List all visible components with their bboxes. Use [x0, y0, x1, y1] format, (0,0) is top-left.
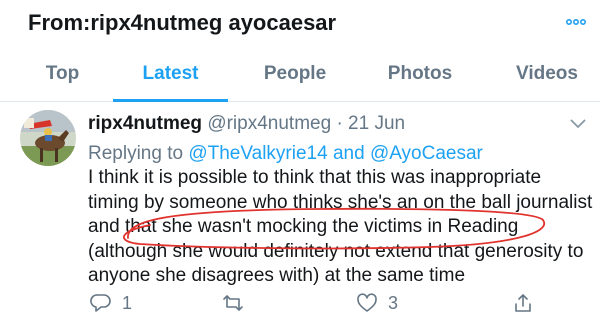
reply-count: 1 — [122, 292, 133, 313]
active-tab-indicator — [113, 99, 228, 102]
share-button[interactable] — [512, 288, 534, 318]
tab-photos[interactable]: Photos — [370, 46, 470, 102]
like-button[interactable]: 3 — [356, 288, 398, 318]
tab-latest[interactable]: Latest — [113, 46, 228, 102]
author-handle[interactable]: @ripx4nutmeg — [207, 113, 331, 134]
mention-link[interactable]: @TheValkyrie14 — [188, 143, 327, 164]
tab-videos[interactable]: Videos — [497, 46, 597, 102]
tab-top[interactable]: Top — [20, 46, 105, 102]
reply-icon — [90, 294, 111, 312]
tweet-text-line: (although she would definitely not exten… — [88, 240, 584, 262]
tweet-text-line: and that she wasn't mocking the victims … — [88, 216, 519, 237]
like-count: 3 — [388, 292, 399, 313]
search-tabs: Top Latest People Photos Videos — [0, 46, 600, 102]
avatar[interactable] — [20, 110, 76, 166]
tweet-date[interactable]: 21 Jun — [348, 113, 405, 134]
like-icon — [357, 293, 377, 312]
tweet-text: I think it is possible to think that thi… — [88, 166, 593, 289]
chevron-down-icon[interactable] — [570, 119, 586, 129]
tweet-text-line: anyone she disagrees with) at the same t… — [88, 265, 466, 286]
replying-to: Replying to @TheValkyrie14 and @AyoCaesa… — [88, 142, 483, 166]
tweet-actions: 1 3 — [0, 288, 600, 318]
retweet-icon — [223, 295, 243, 311]
more-horizontal-icon[interactable] — [566, 18, 586, 26]
avatar-image — [20, 110, 76, 166]
replying-to-label: Replying to — [88, 143, 184, 164]
author-name[interactable]: ripx4nutmeg — [88, 113, 202, 134]
retweet-button[interactable] — [221, 288, 255, 318]
reply-button[interactable]: 1 — [90, 288, 132, 318]
mention-link[interactable]: @AyoCaesar — [370, 143, 483, 164]
tweet-text-line: I think it is possible to think that thi… — [88, 167, 542, 188]
search-query-title: From:ripx4nutmeg ayocaesar — [28, 10, 337, 35]
tab-people[interactable]: People — [245, 46, 345, 102]
separator-dot: · — [336, 113, 343, 134]
twitter-search-page: From:ripx4nutmeg ayocaesar Top Latest Pe… — [0, 0, 600, 325]
header: From:ripx4nutmeg ayocaesar — [0, 0, 600, 46]
tweet-header: ripx4nutmeg @ripx4nutmeg · 21 Jun — [88, 112, 405, 136]
share-icon — [515, 294, 531, 312]
tweet-text-line: timing by someone who thinks she's an on… — [88, 191, 593, 213]
replying-to-and: and — [332, 143, 365, 164]
